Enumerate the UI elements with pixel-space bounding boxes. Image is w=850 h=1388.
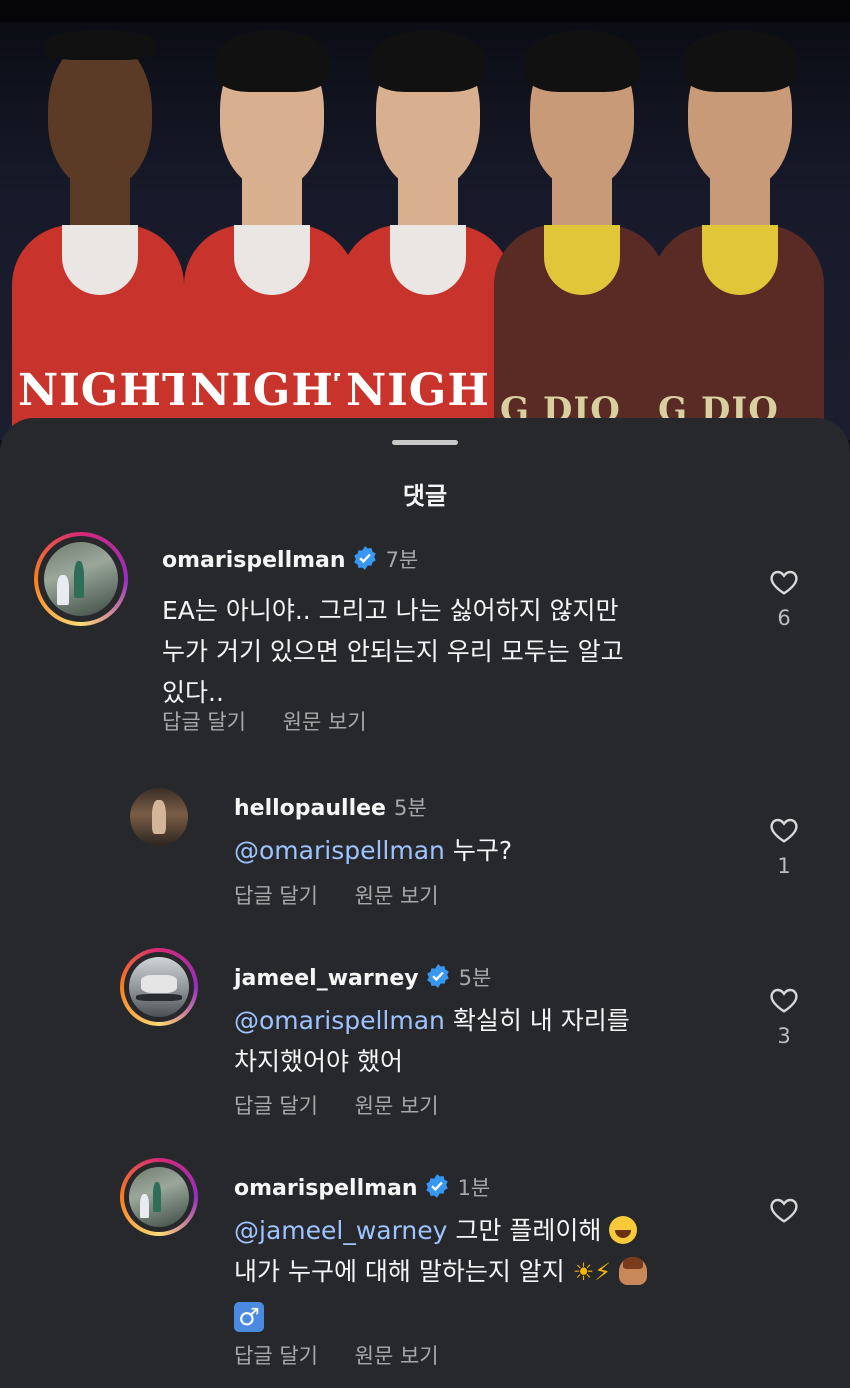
verified-badge-icon (352, 545, 378, 571)
jersey-text: NIGH (346, 365, 490, 416)
like-control: 6 (764, 566, 804, 630)
username[interactable]: hellopaullee (234, 796, 386, 821)
verified-badge-icon (425, 963, 451, 989)
reply-button[interactable]: 답글 달기 (234, 1340, 318, 1370)
see-original-button[interactable]: 원문 보기 (355, 1340, 439, 1370)
comment-text: @omarispellman 확실히 내 자리를 차지했어야 했어 (234, 1006, 630, 1076)
sun-icon: ☀ (572, 1258, 595, 1286)
high-voltage-icon: ⚡ (594, 1258, 612, 1286)
avatar-image (44, 542, 118, 616)
avatar-image (129, 957, 189, 1017)
avatar[interactable] (120, 1158, 198, 1236)
comment-actions: 답글 달기 원문 보기 (234, 880, 469, 910)
like-count: 6 (777, 606, 791, 630)
comment-actions: 답글 달기 원문 보기 (234, 1340, 469, 1370)
player-figure: NIGHT (12, 20, 184, 440)
person-gesturing-no-icon (619, 1257, 648, 1285)
see-original-button[interactable]: 원문 보기 (283, 706, 367, 736)
heart-icon[interactable] (767, 566, 801, 598)
comment-text: EA는 아니야.. 그리고 나는 싫어하지 않지만 누가 거기 있으면 안되는지… (162, 596, 624, 707)
like-control: 1 (764, 814, 804, 878)
like-count: 3 (777, 1024, 791, 1048)
comment-text: @omarispellman 누구? (234, 836, 513, 865)
player-figure: NIGH (340, 20, 512, 440)
header-photo: NIGHT NIGHT NIGH G DIO G DIO (0, 0, 850, 440)
male-sign-icon: ♂ (234, 1302, 264, 1332)
comment-time: 5분 (393, 796, 427, 820)
comment-text: @jameel_warney 그만 플레이해 내가 누구에 대해 말하는지 알지… (234, 1210, 734, 1333)
avatar[interactable] (34, 532, 128, 626)
drag-handle[interactable] (392, 440, 458, 445)
username[interactable]: omarispellman (162, 548, 346, 573)
comment-header: hellopaullee 5분 (234, 792, 427, 822)
mention-link[interactable]: @omarispellman (234, 836, 445, 865)
avatar[interactable] (130, 788, 188, 846)
mention-link[interactable]: @omarispellman (234, 1006, 445, 1035)
comment-header: omarispellman 1분 (234, 1172, 490, 1202)
mention-link[interactable]: @jameel_warney (234, 1216, 447, 1245)
comment-actions: 답글 달기 원문 보기 (162, 706, 397, 736)
heart-icon[interactable] (767, 1194, 801, 1226)
reply-button[interactable]: 답글 달기 (162, 706, 246, 736)
jersey-text: NIGHT (18, 365, 184, 416)
like-control (764, 1194, 804, 1234)
comment-actions: 답글 달기 원문 보기 (234, 1090, 469, 1120)
username[interactable]: omarispellman (234, 1176, 418, 1201)
heart-icon[interactable] (767, 984, 801, 1016)
comments-sheet: 댓글 omarispellman 7분 EA는 아니야.. 그리고 나는 싫어하지… (0, 418, 850, 1388)
see-original-button[interactable]: 원문 보기 (355, 880, 439, 910)
heart-icon[interactable] (767, 814, 801, 846)
reply-button[interactable]: 답글 달기 (234, 1090, 318, 1120)
verified-badge-icon (424, 1173, 450, 1199)
comment-header: jameel_warney 5분 (234, 962, 491, 992)
see-original-button[interactable]: 원문 보기 (355, 1090, 439, 1120)
comment-time: 7분 (385, 548, 419, 572)
player-figure: G DIO (494, 20, 666, 440)
player-figure: NIGHT (184, 20, 356, 440)
like-control: 3 (764, 984, 804, 1048)
face-with-tears-of-joy-icon (609, 1216, 638, 1244)
avatar[interactable] (120, 948, 198, 1026)
comment-header: omarispellman 7분 (162, 544, 418, 574)
username[interactable]: jameel_warney (234, 966, 419, 991)
comment-time: 5분 (458, 966, 492, 990)
avatar-image (129, 1167, 189, 1227)
jersey-text: NIGHT (190, 365, 356, 416)
like-count: 1 (777, 854, 791, 878)
status-bar (0, 0, 850, 22)
player-figure: G DIO (652, 20, 824, 440)
reply-button[interactable]: 답글 달기 (234, 880, 318, 910)
sheet-title: 댓글 (402, 482, 448, 510)
comment-time: 1분 (457, 1176, 491, 1200)
